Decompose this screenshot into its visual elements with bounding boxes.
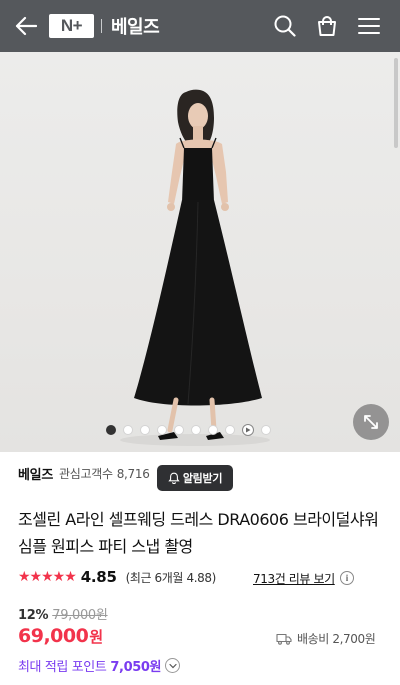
shopping-bag-icon[interactable] <box>313 12 341 40</box>
product-title: 조셀린 A라인 셀프웨딩 드레스 DRA0606 브라이덜샤워 심플 원피스 파… <box>18 510 379 556</box>
discount-row: 12% 79,000원 <box>18 604 108 623</box>
hamburger-menu-icon[interactable] <box>355 12 383 40</box>
pager-dot[interactable] <box>225 425 235 435</box>
top-app-bar: N+ 베일즈 <box>0 0 400 52</box>
back-arrow-icon[interactable] <box>12 12 40 40</box>
review-link[interactable]: 713건 리뷰 보기 <box>253 570 335 587</box>
naver-plus-logo[interactable]: N+ <box>49 14 94 38</box>
price-unit: 원 <box>89 628 104 646</box>
image-pager-dots <box>106 424 271 436</box>
pager-dot[interactable] <box>191 425 201 435</box>
price-value: 69,000 <box>18 625 89 647</box>
bell-plus-icon <box>168 472 180 484</box>
pager-dot[interactable] <box>123 425 133 435</box>
shipping-fee: 배송비 2,700원 <box>276 630 376 647</box>
info-icon[interactable]: i <box>340 571 354 585</box>
alarm-label: 알림받기 <box>182 472 223 485</box>
delivery-truck-icon <box>276 633 292 645</box>
shipping-text: 배송비 2,700원 <box>297 632 376 646</box>
expand-arrows-icon <box>364 415 378 429</box>
expand-image-button[interactable] <box>353 404 389 440</box>
original-price: 79,000원 <box>52 608 108 623</box>
points-row[interactable]: 최대 적립 포인트 7,050원 <box>18 656 181 675</box>
video-play-dot[interactable] <box>242 424 254 436</box>
header-divider <box>101 19 102 33</box>
pager-dot[interactable] <box>140 425 150 435</box>
followers-count: 8,716 <box>116 466 150 481</box>
pager-dot[interactable] <box>157 425 167 435</box>
store-name[interactable]: 베일즈 <box>111 13 160 39</box>
seller-info: 베일즈 관심고객수 8,716 <box>18 464 150 484</box>
rating-stars-icon: ★★★★★ <box>18 569 77 585</box>
pager-dot[interactable] <box>261 425 271 435</box>
pager-dot[interactable] <box>106 425 116 435</box>
points-value: 7,050원 <box>110 660 162 675</box>
alarm-subscribe-button[interactable]: 알림받기 <box>157 465 233 491</box>
pager-dot[interactable] <box>174 425 184 435</box>
rating-row: ★★★★★ 4.85 (최근 6개월 4.88) <box>18 568 216 586</box>
discount-rate: 12% <box>18 608 49 623</box>
rating-value: 4.85 <box>80 568 117 586</box>
chevron-down-icon[interactable] <box>165 658 181 673</box>
points-label: 최대 적립 포인트 <box>18 660 107 675</box>
search-icon[interactable] <box>271 12 299 40</box>
followers-label: 관심고객수 <box>58 467 113 481</box>
pager-dot[interactable] <box>208 425 218 435</box>
play-icon <box>246 427 251 433</box>
model-in-black-dress-photo <box>120 89 270 446</box>
sale-price: 69,000 원 <box>18 625 103 647</box>
product-image[interactable] <box>0 52 400 452</box>
recent-rating: (최근 6개월 4.88) <box>125 570 217 585</box>
page-scrollbar[interactable] <box>394 58 398 148</box>
seller-name[interactable]: 베일즈 <box>18 464 53 483</box>
